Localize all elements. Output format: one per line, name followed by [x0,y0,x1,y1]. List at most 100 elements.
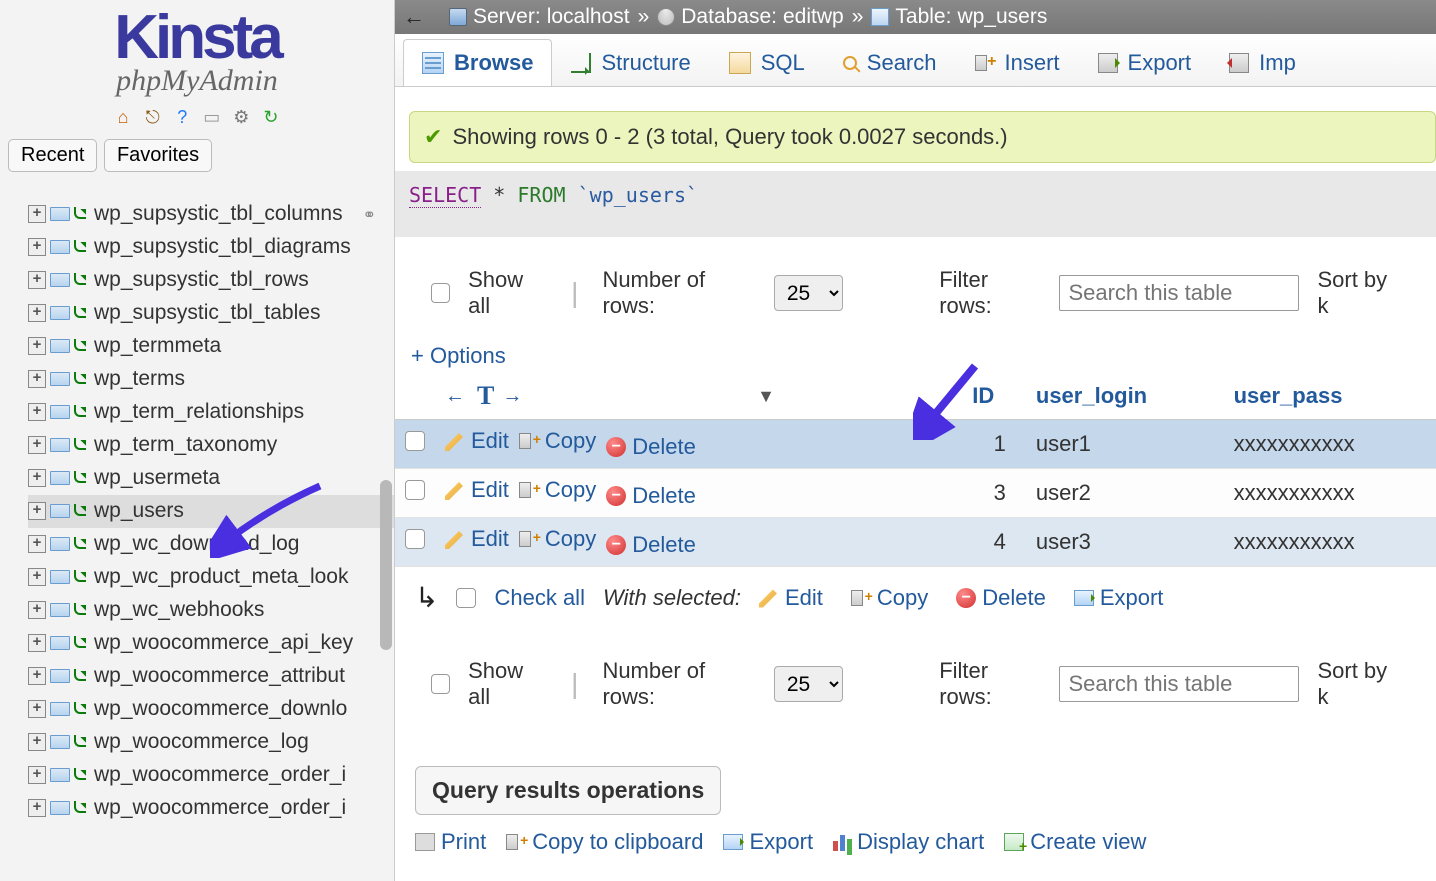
op-display-chart[interactable]: Display chart [833,829,984,855]
filter-input[interactable] [1059,275,1299,311]
expand-icon[interactable]: + [28,535,46,553]
table-row[interactable]: EditCopy−Delete3user2xxxxxxxxxxx [395,469,1436,518]
docs-icon[interactable]: ▭ [202,107,222,127]
breadcrumb-table[interactable]: Table: wp_users [871,5,1047,29]
expand-icon[interactable]: + [28,568,46,586]
table-row[interactable]: EditCopy−Delete4user3xxxxxxxxxxx [395,518,1436,567]
tree-item-wp_woocommerce_order_i[interactable]: +wp_woocommerce_order_i [28,792,394,825]
row-edit[interactable]: Edit [445,477,509,503]
tab-browse[interactable]: Browse [403,39,552,86]
tree-item-wp_woocommerce_log[interactable]: +wp_woocommerce_log [28,726,394,759]
row-delete[interactable]: −Delete [606,532,696,558]
tree-item-wp_woocommerce_attribut[interactable]: +wp_woocommerce_attribut [28,660,394,693]
tree-item-wp_wc_download_log[interactable]: +wp_wc_download_log [28,528,394,561]
tab-export[interactable]: Export [1079,39,1211,86]
tab-search[interactable]: Search [824,39,956,86]
tab-sql[interactable]: SQL [710,39,824,86]
show-all-checkbox-bottom[interactable] [431,674,450,694]
bulk-export[interactable]: Export [1074,585,1164,611]
reload-icon[interactable]: ↻ [261,107,281,127]
logout-icon[interactable]: ⎋ [143,107,163,127]
row-delete[interactable]: −Delete [606,434,696,460]
tree-item-wp_supsystic_tbl_columns[interactable]: +wp_supsystic_tbl_columns [28,198,394,231]
col-user-pass[interactable]: user_pass [1224,373,1436,420]
table-row[interactable]: EditCopy−Delete1user1xxxxxxxxxxx [395,420,1436,469]
breadcrumb-database[interactable]: Database: editwp [657,5,843,29]
sort-left-icon[interactable]: ← [445,385,469,408]
row-edit[interactable]: Edit [445,526,509,552]
link-icon[interactable]: ⚭ [363,205,376,225]
row-delete[interactable]: −Delete [606,483,696,509]
expand-icon[interactable]: + [28,271,46,289]
expand-icon[interactable]: + [28,799,46,817]
expand-icon[interactable]: + [28,667,46,685]
options-toggle[interactable]: + Options [401,343,1436,369]
sort-t-icon[interactable]: T [477,381,494,411]
tree-item-wp_supsystic_tbl_rows[interactable]: +wp_supsystic_tbl_rows [28,264,394,297]
tree-item-wp_woocommerce_order_i[interactable]: +wp_woocommerce_order_i [28,759,394,792]
expand-icon[interactable]: + [28,205,46,223]
tab-insert[interactable]: Insert [956,39,1079,86]
favorites-button[interactable]: Favorites [104,139,212,172]
check-all-link[interactable]: Check all [494,585,584,611]
row-checkbox[interactable] [405,431,425,451]
row-checkbox[interactable] [405,529,425,549]
home-icon[interactable]: ⌂ [113,107,133,127]
tree-item-wp_term_relationships[interactable]: +wp_term_relationships [28,396,394,429]
expand-icon[interactable]: + [28,733,46,751]
col-id[interactable]: ID [962,373,1026,420]
tree-item-wp_supsystic_tbl_diagrams[interactable]: +wp_supsystic_tbl_diagrams [28,231,394,264]
help-icon[interactable]: ? [172,107,192,127]
tree-item-wp_users[interactable]: +wp_users [28,495,394,528]
op-copy-clipboard[interactable]: Copy to clipboard [506,829,703,855]
row-edit[interactable]: Edit [445,428,509,454]
check-all-checkbox[interactable] [456,588,476,608]
bulk-edit[interactable]: Edit [759,585,823,611]
op-create-view[interactable]: Create view [1004,829,1146,855]
breadcrumb-server[interactable]: Server: localhost [449,5,630,29]
row-checkbox[interactable] [405,480,425,500]
row-copy[interactable]: Copy [519,428,596,454]
tree-item-wp_term_taxonomy[interactable]: +wp_term_taxonomy [28,429,394,462]
expand-icon[interactable]: + [28,601,46,619]
expand-icon[interactable]: + [28,403,46,421]
tree-item-wp_terms[interactable]: +wp_terms [28,363,394,396]
back-arrow-icon[interactable]: ← [403,4,425,30]
tree-item-wp_termmeta[interactable]: +wp_termmeta [28,330,394,363]
tree-item-wp_woocommerce_api_key[interactable]: +wp_woocommerce_api_key [28,627,394,660]
expand-icon[interactable]: + [28,502,46,520]
sort-controls-column[interactable]: ← T → ▼ [435,373,962,420]
col-user-login[interactable]: user_login [1026,373,1224,420]
expand-icon[interactable]: + [28,337,46,355]
expand-icon[interactable]: + [28,370,46,388]
recent-button[interactable]: Recent [8,139,97,172]
tree-item-wp_wc_product_meta_look[interactable]: +wp_wc_product_meta_look [28,561,394,594]
settings-icon[interactable]: ⚙ [231,107,251,127]
expand-icon[interactable]: + [28,634,46,652]
expand-icon[interactable]: + [28,469,46,487]
expand-icon[interactable]: + [28,238,46,256]
tab-import[interactable]: Imp [1210,39,1315,86]
expand-icon[interactable]: + [28,304,46,322]
tab-structure[interactable]: Structure [552,39,709,86]
tree-item-wp_woocommerce_downlo[interactable]: +wp_woocommerce_downlo [28,693,394,726]
tree-item-wp_supsystic_tbl_tables[interactable]: +wp_supsystic_tbl_tables [28,297,394,330]
tree-item-wp_usermeta[interactable]: +wp_usermeta [28,462,394,495]
op-export[interactable]: Export [723,829,813,855]
num-rows-select-bottom[interactable]: 25 [774,666,843,702]
sort-caret-icon[interactable]: ▼ [757,386,775,407]
expand-icon[interactable]: + [28,766,46,784]
sort-right-icon[interactable]: → [502,385,526,408]
op-print[interactable]: Print [415,829,486,855]
expand-icon[interactable]: + [28,436,46,454]
show-all-checkbox[interactable] [431,283,450,303]
filter-input-bottom[interactable] [1059,666,1299,702]
bulk-copy[interactable]: Copy [851,585,928,611]
num-rows-select[interactable]: 25 [774,275,843,311]
bulk-delete[interactable]: −Delete [956,585,1046,611]
row-copy[interactable]: Copy [519,526,596,552]
expand-icon[interactable]: + [28,700,46,718]
scrollbar-thumb[interactable] [380,480,392,650]
row-copy[interactable]: Copy [519,477,596,503]
db-tree[interactable]: +wp_supsystic_tbl_columns+wp_supsystic_t… [0,198,394,825]
